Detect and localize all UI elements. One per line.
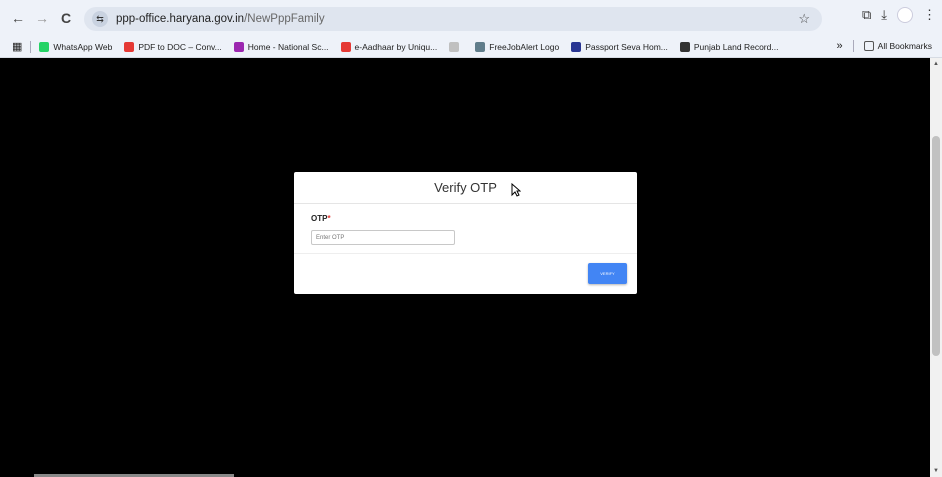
mouse-cursor-icon <box>511 183 521 197</box>
bookmark-item[interactable]: e-Aadhaar by Uniqu... <box>340 41 438 52</box>
download-icon[interactable]: ⤓ <box>881 7 887 23</box>
folder-icon <box>863 41 874 51</box>
bookmarks-divider <box>30 40 32 53</box>
bookmark-favicon-icon <box>475 41 486 52</box>
bookmarks-bar: ▦ WhatsApp Web PDF to DOC – Conv... Home -… <box>0 36 942 58</box>
bookmark-item[interactable] <box>449 41 463 52</box>
back-button[interactable]: ← <box>7 7 29 29</box>
browser-toolbar: ← → C ⇆ ppp-office.haryana.gov.in/NewPpp… <box>0 0 942 36</box>
bookmark-favicon-icon <box>571 41 582 52</box>
forward-button[interactable]: → <box>31 7 53 29</box>
bookmark-favicon-icon <box>233 41 244 52</box>
address-bar[interactable]: ⇆ ppp-office.haryana.gov.in/NewPppFamily… <box>84 7 822 31</box>
more-bookmarks-button[interactable]: » <box>837 40 843 52</box>
apps-icon[interactable]: ▦ <box>12 40 22 53</box>
bookmark-favicon-icon <box>124 41 135 52</box>
scroll-thumb[interactable] <box>932 136 940 356</box>
bookmark-label: Punjab Land Record... <box>693 41 779 52</box>
otp-label-text: OTP <box>311 214 328 223</box>
vertical-scrollbar[interactable]: ▲ ▼ <box>930 58 942 477</box>
bookmark-favicon-icon <box>449 41 460 52</box>
dialog-title: Verify OTP <box>294 172 637 204</box>
bookmark-favicon-icon <box>39 41 50 52</box>
bookmark-favicon-icon <box>679 41 690 52</box>
bookmark-label: FreeJobAlert Logo <box>489 41 560 52</box>
verify-button[interactable]: VERIFY <box>588 263 627 284</box>
scroll-up-icon[interactable]: ▲ <box>933 61 939 67</box>
bookmark-item[interactable]: Punjab Land Record... <box>679 41 779 52</box>
bookmark-item[interactable]: WhatsApp Web <box>39 41 113 52</box>
bookmark-label: Home - National Sc... <box>247 41 329 52</box>
otp-placeholder: Enter OTP <box>316 234 345 241</box>
all-bookmarks-label: All Bookmarks <box>877 41 932 51</box>
required-mark: * <box>327 214 331 223</box>
scroll-down-icon[interactable]: ▼ <box>933 468 939 474</box>
bookmark-item[interactable]: Home - National Sc... <box>233 41 329 52</box>
url-path: /NewPppFamily <box>244 13 325 25</box>
all-bookmarks-button[interactable]: All Bookmarks <box>863 41 932 51</box>
bookmark-label: WhatsApp Web <box>53 41 113 52</box>
url-host: ppp-office.haryana.gov.in <box>116 13 245 25</box>
verify-otp-dialog: Verify OTP OTP* Enter OTP VERIFY <box>294 172 637 294</box>
bookmark-label: PDF to DOC – Conv... <box>138 41 222 52</box>
bookmark-favicon-icon <box>340 41 351 52</box>
bookmark-label: e-Aadhaar by Uniqu... <box>354 41 438 52</box>
dialog-divider <box>294 253 637 254</box>
bookmark-item[interactable]: Passport Seva Hom... <box>571 41 668 52</box>
site-info-icon[interactable]: ⇆ <box>92 11 108 27</box>
reload-button[interactable]: C <box>55 7 77 29</box>
bookmark-star-icon[interactable]: ☆ <box>798 11 810 27</box>
otp-label: OTP* <box>311 214 620 223</box>
extensions-icon[interactable]: ⧉ <box>862 7 871 23</box>
bookmark-label: Passport Seva Hom... <box>585 41 668 52</box>
bookmarks-divider <box>852 40 854 52</box>
profile-avatar[interactable] <box>897 7 913 23</box>
bookmark-item[interactable]: FreeJobAlert Logo <box>475 41 560 52</box>
menu-icon[interactable]: ⋮ <box>923 7 936 23</box>
otp-input[interactable]: Enter OTP <box>311 230 455 245</box>
bookmark-item[interactable]: PDF to DOC – Conv... <box>124 41 222 52</box>
